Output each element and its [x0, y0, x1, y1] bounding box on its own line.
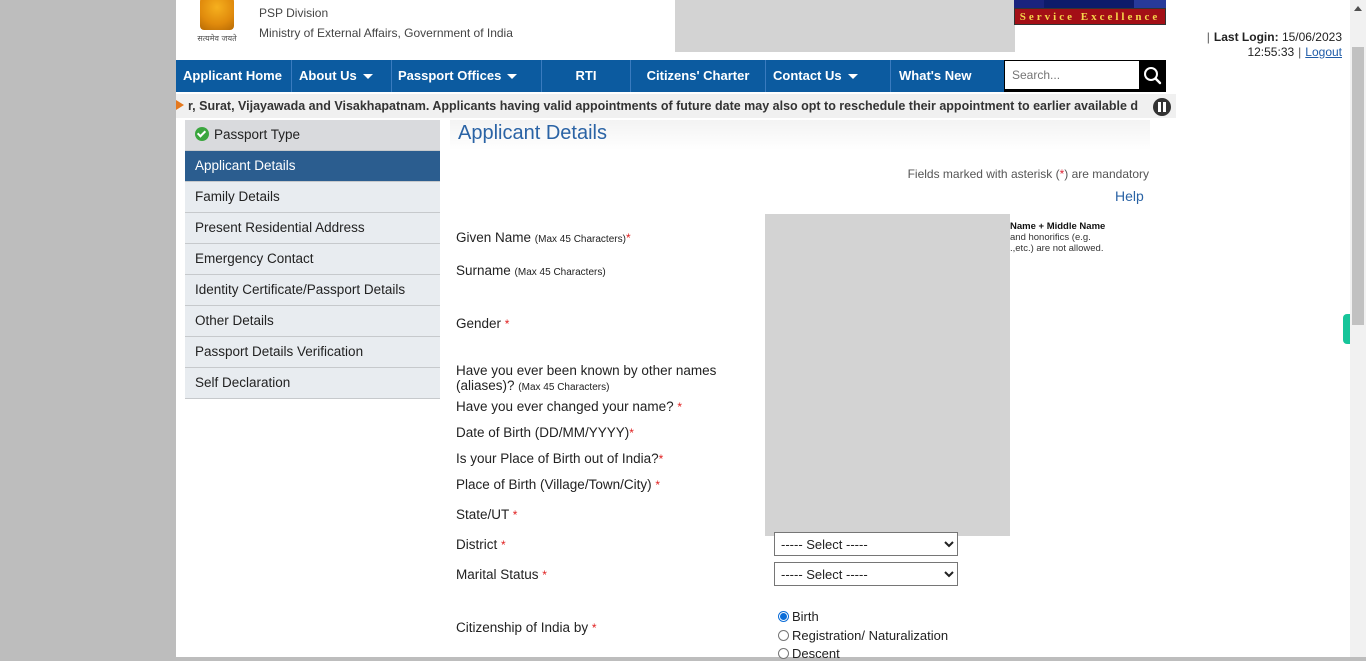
check-circle-icon	[195, 127, 209, 141]
search-icon	[1144, 67, 1162, 85]
search-box	[1004, 60, 1166, 92]
help-link[interactable]: Help	[1115, 188, 1144, 204]
citizenship-option-descent[interactable]: Descent	[778, 646, 840, 661]
emblem-motto: सत्यमेव जयते	[197, 34, 237, 43]
pause-icon[interactable]	[1153, 98, 1171, 116]
vertical-scrollbar[interactable]	[1350, 0, 1366, 657]
nav-citizens-charter[interactable]: Citizens' Charter	[631, 60, 766, 92]
sidebar-item-present-address[interactable]: Present Residential Address	[185, 213, 440, 244]
sidebar-item-emergency-contact[interactable]: Emergency Contact	[185, 244, 440, 275]
sidebar-item-identity-certificate[interactable]: Identity Certificate/Passport Details	[185, 275, 440, 306]
redacted-form-inputs	[765, 214, 1010, 536]
national-emblem-logo: सत्यमेव जयते	[194, 0, 240, 48]
marital-status-select[interactable]: ----- Select -----	[774, 562, 958, 586]
sidebar-item-self-declaration[interactable]: Self Declaration	[185, 368, 440, 399]
search-button[interactable]	[1140, 60, 1166, 92]
district-label: District *	[456, 537, 506, 552]
chevron-down-icon	[507, 74, 518, 80]
changed-name-label: Have you ever changed your name? *	[456, 399, 683, 414]
chevron-down-icon	[847, 74, 858, 80]
redacted-banner	[675, 0, 1015, 52]
search-input[interactable]	[1005, 61, 1139, 89]
citizenship-label: Citizenship of India by *	[456, 620, 597, 635]
page-title: Applicant Details	[458, 122, 607, 144]
chevron-down-icon	[362, 74, 373, 80]
nav-passport-offices[interactable]: Passport Offices	[392, 60, 542, 92]
sidebar-item-passport-verification[interactable]: Passport Details Verification	[185, 337, 440, 368]
feedback-tab[interactable]	[1343, 314, 1350, 344]
mandatory-note: Fields marked with asterisk (*) are mand…	[907, 167, 1149, 181]
last-login-time: 12:55:33	[1247, 45, 1295, 59]
marital-status-label: Marital Status *	[456, 567, 547, 582]
section-header: Applicant Details	[450, 120, 1150, 150]
district-select[interactable]: ----- Select -----	[774, 532, 958, 556]
given-name-hint: Name + Middle Name and honorifics (e.g..,…	[1010, 221, 1106, 254]
citizenship-option-birth[interactable]: Birth	[778, 609, 819, 624]
service-excellence-logo: Service Excellence	[1014, 0, 1166, 27]
last-login-label: Last Login:	[1213, 30, 1279, 44]
sidebar-item-passport-type[interactable]: Passport Type	[185, 120, 440, 151]
scroll-up-arrow-icon[interactable]	[1354, 6, 1362, 11]
radio-unchecked-icon[interactable]	[778, 648, 789, 659]
state-label: State/UT *	[456, 507, 518, 522]
nav-rti[interactable]: RTI	[542, 60, 631, 92]
radio-unchecked-icon[interactable]	[778, 630, 789, 641]
ticker-arrow-icon	[176, 100, 184, 110]
scrollbar-thumb[interactable]	[1352, 47, 1364, 325]
page: सत्यमेव जयते PSP Division Ministry of Ex…	[176, 0, 1350, 661]
dob-label: Date of Birth (DD/MM/YYYY)*	[456, 425, 634, 440]
last-login-info: | Last Login: 15/06/2023 12:55:33 | Logout	[1206, 30, 1342, 59]
surname-label: Surname (Max 45 Characters)	[456, 263, 606, 278]
given-name-label: Given Name (Max 45 Characters)*	[456, 230, 631, 245]
nav-whats-new[interactable]: What's New	[891, 60, 1004, 92]
sidebar-item-family-details[interactable]: Family Details	[185, 182, 440, 213]
nav-about-us[interactable]: About Us	[292, 60, 392, 92]
nav-applicant-home[interactable]: Applicant Home	[176, 60, 292, 92]
radio-checked-icon[interactable]	[778, 611, 789, 622]
gender-label: Gender *	[456, 316, 510, 331]
sidebar-item-other-details[interactable]: Other Details	[185, 306, 440, 337]
place-of-birth-label: Place of Birth (Village/Town/City) *	[456, 477, 661, 492]
ticker-text: r, Surat, Vijayawada and Visakhapatnam. …	[188, 99, 1138, 113]
division-name: PSP Division	[259, 6, 329, 20]
pob-outside-india-label: Is your Place of Birth out of India?*	[456, 451, 664, 466]
last-login-date: 15/06/2023	[1281, 30, 1342, 44]
logout-link[interactable]: Logout	[1305, 45, 1342, 59]
nav-contact-us[interactable]: Contact Us	[766, 60, 891, 92]
application-steps-sidebar: Passport Type Applicant Details Family D…	[185, 120, 440, 399]
citizenship-option-registration[interactable]: Registration/ Naturalization	[778, 628, 948, 643]
sidebar-item-applicant-details[interactable]: Applicant Details	[185, 151, 440, 182]
ministry-name: Ministry of External Affairs, Government…	[259, 26, 513, 40]
news-ticker: r, Surat, Vijayawada and Visakhapatnam. …	[176, 94, 1176, 118]
aliases-label: Have you ever been known by other names(…	[456, 363, 717, 393]
